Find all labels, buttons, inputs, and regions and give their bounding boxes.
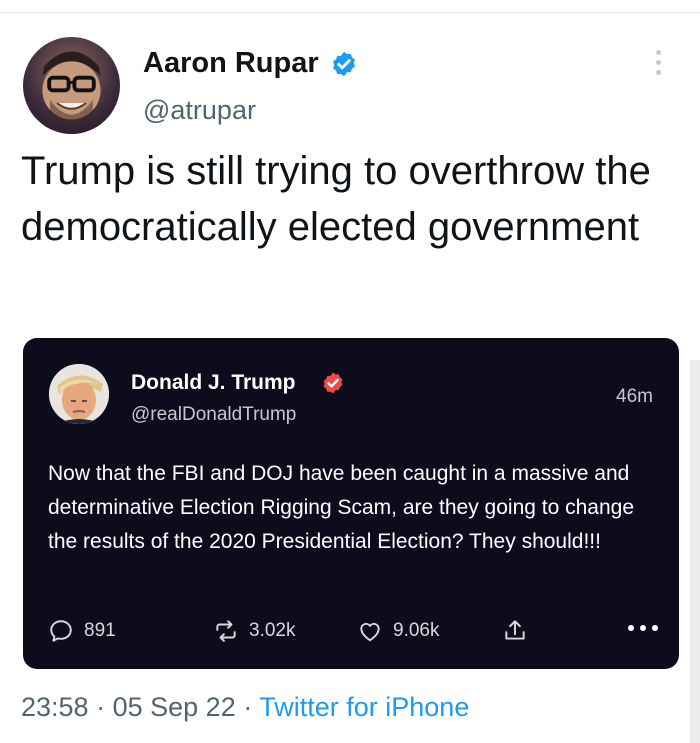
- repost-count: 3.02k: [249, 620, 296, 641]
- like-button[interactable]: 9.06k: [357, 617, 439, 645]
- quote-timestamp: 46m: [616, 386, 653, 407]
- author-avatar[interactable]: [23, 37, 120, 134]
- quote-author-name[interactable]: Donald J. Trump: [131, 371, 296, 395]
- more-vertical-icon[interactable]: [651, 50, 665, 82]
- reply-count: 891: [84, 620, 116, 641]
- top-divider: [0, 12, 700, 13]
- tweet-meta: 23:58 · 05 Sep 22 · Twitter for iPhone: [21, 692, 469, 723]
- verified-badge-icon: [323, 372, 343, 394]
- meta-separator: ·: [243, 692, 253, 722]
- tweet-date[interactable]: 05 Sep 22: [113, 692, 236, 722]
- share-button[interactable]: [502, 617, 528, 645]
- repost-button[interactable]: 3.02k: [213, 617, 295, 645]
- repost-arrows-icon: [216, 620, 236, 642]
- quote-author-avatar[interactable]: [49, 364, 109, 424]
- reply-button[interactable]: 891: [48, 617, 116, 645]
- quote-author-handle[interactable]: @realDonaldTrump: [131, 404, 296, 426]
- reply-bubble-icon: [50, 620, 72, 642]
- tweet-source-link[interactable]: Twitter for iPhone: [259, 692, 469, 722]
- quoted-post-card[interactable]: Donald J. Trump @realDonaldTrump 46m Now…: [23, 338, 679, 669]
- quote-text: Now that the FBI and DOJ have been caugh…: [48, 462, 635, 553]
- meta-separator: ·: [96, 692, 106, 722]
- author-name[interactable]: Aaron Rupar: [143, 47, 319, 80]
- share-icon: [505, 620, 525, 640]
- verified-badge-icon: [333, 51, 355, 77]
- author-handle[interactable]: @atrupar: [143, 95, 256, 126]
- scrollbar[interactable]: [690, 360, 700, 743]
- more-horizontal-icon[interactable]: [628, 625, 658, 635]
- tweet-text: Trump is still trying to overthrow the d…: [21, 149, 651, 249]
- quote-action-bar: 891 3.02k 9.06k: [48, 617, 658, 645]
- tweet-time: 23:58: [21, 692, 89, 722]
- like-count: 9.06k: [393, 620, 440, 641]
- heart-icon: [360, 622, 380, 642]
